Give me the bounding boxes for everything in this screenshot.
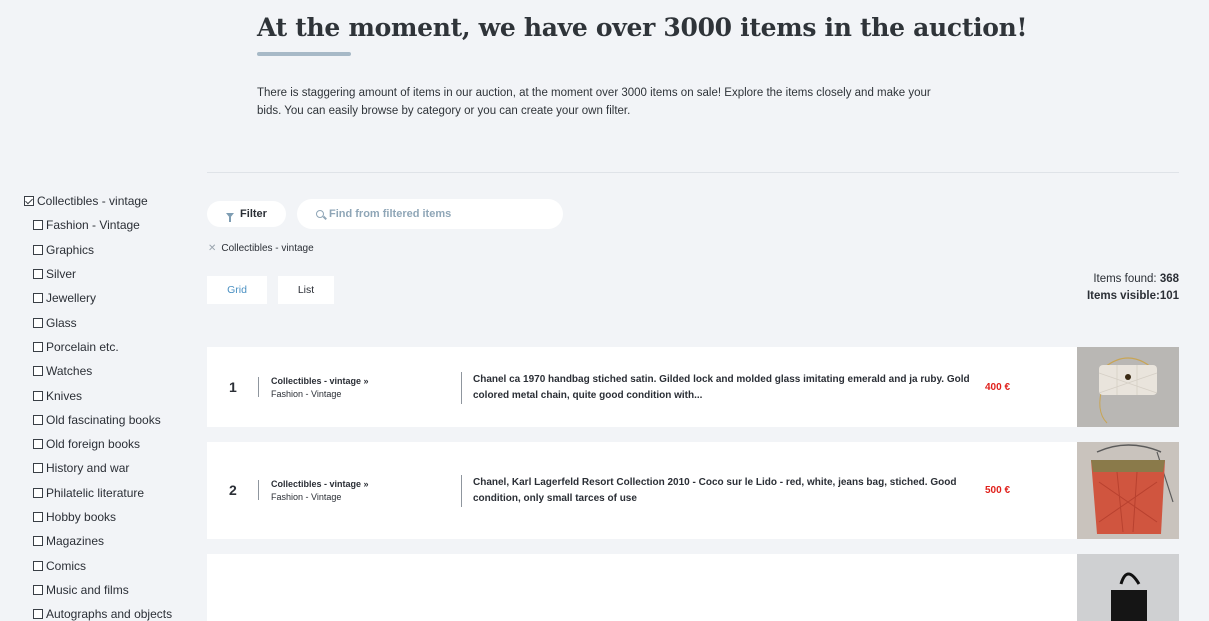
page-title: At the moment, we have over 3000 items i…: [257, 13, 1028, 42]
checkbox-icon[interactable]: [33, 390, 43, 401]
item-number: 2: [229, 482, 237, 498]
items-visible: Items visible:101: [1086, 290, 1179, 302]
search-box[interactable]: [297, 199, 563, 229]
filter-button-label: Filter: [240, 208, 267, 220]
view-grid-button[interactable]: Grid: [207, 276, 267, 304]
sidebar-item-label: Collectibles - vintage: [37, 194, 148, 209]
search-icon: [316, 210, 324, 218]
sidebar-item-label: Autographs and objects: [46, 607, 173, 621]
sidebar-item-label: Fashion - Vintage: [46, 218, 140, 233]
checkbox-checked-icon[interactable]: [24, 196, 34, 207]
category-sidebar: Collectibles - vintage Fashion - Vintage…: [24, 189, 194, 621]
item-category: Collectibles - vintage » Fashion - Vinta…: [271, 376, 369, 399]
handbag-thumbnail[interactable]: [1077, 442, 1179, 539]
divider: [258, 480, 259, 500]
sidebar-item-label: Knives: [46, 388, 83, 403]
item-description[interactable]: Chanel, Karl Lagerfeld Resort Collection…: [473, 475, 973, 507]
checkbox-icon[interactable]: [33, 366, 43, 377]
divider: [258, 377, 259, 397]
sidebar-item-knives[interactable]: Knives: [24, 383, 194, 407]
sidebar-item-jewellery[interactable]: Jewellery: [24, 286, 194, 310]
sidebar-item-graphics[interactable]: Graphics: [24, 238, 194, 262]
item-price: 500 €: [985, 485, 1011, 496]
sidebar-item-label: Old fascinating books: [46, 412, 161, 427]
sidebar-item-watches[interactable]: Watches: [24, 359, 194, 383]
sidebar-item-label: Glass: [46, 315, 77, 330]
checkbox-icon[interactable]: [33, 293, 43, 304]
item-price: 400 €: [985, 382, 1011, 393]
divider: [461, 372, 462, 404]
active-filter-label: Collectibles - vintage: [221, 243, 314, 254]
item-number: 1: [229, 379, 237, 395]
search-input[interactable]: [329, 208, 549, 220]
checkbox-icon[interactable]: [33, 317, 43, 328]
sidebar-item-music-and-films[interactable]: Music and films: [24, 578, 194, 602]
handbag-thumbnail[interactable]: [1077, 347, 1179, 427]
sidebar-item-label: History and war: [46, 461, 130, 476]
item-description[interactable]: Chanel ca 1970 handbag stiched satin. Gi…: [473, 372, 973, 404]
active-filter-tag: ✕ Collectibles - vintage: [208, 243, 314, 254]
title-underline: [257, 52, 351, 56]
divider: [461, 475, 462, 507]
items-found: Items found: 368: [1093, 273, 1179, 285]
sidebar-item-label: Silver: [46, 267, 77, 282]
checkbox-icon[interactable]: [33, 584, 43, 595]
checkbox-icon[interactable]: [33, 487, 43, 498]
sidebar-item-label: Comics: [46, 558, 87, 573]
sidebar-item-fashion[interactable]: Fashion - Vintage: [24, 213, 194, 237]
checkbox-icon[interactable]: [33, 244, 43, 255]
sidebar-item-label: Porcelain etc.: [46, 339, 119, 354]
item-category: Collectibles - vintage » Fashion - Vinta…: [271, 479, 369, 502]
sidebar-item-label: Old foreign books: [46, 437, 141, 452]
sidebar-item-philatelic-literature[interactable]: Philatelic literature: [24, 481, 194, 505]
checkbox-icon[interactable]: [33, 220, 43, 231]
sidebar-item-hobby-books[interactable]: Hobby books: [24, 505, 194, 529]
list-item[interactable]: 1 Collectibles - vintage » Fashion - Vin…: [207, 347, 1179, 427]
checkbox-icon[interactable]: [33, 414, 43, 425]
sidebar-item-history-and-war[interactable]: History and war: [24, 456, 194, 480]
sidebar-item-label: Graphics: [46, 242, 95, 257]
sidebar-item-collectibles[interactable]: Collectibles - vintage: [24, 189, 194, 213]
sidebar-item-glass[interactable]: Glass: [24, 310, 194, 334]
checkbox-icon[interactable]: [33, 269, 43, 280]
funnel-icon: [226, 212, 235, 222]
view-list-button[interactable]: List: [278, 276, 334, 304]
sidebar-item-old-foreign-books[interactable]: Old foreign books: [24, 432, 194, 456]
page-description: There is staggering amount of items in o…: [257, 87, 931, 117]
sidebar-item-label: Music and films: [46, 582, 129, 597]
filter-button[interactable]: Filter: [207, 201, 286, 227]
sidebar-item-silver[interactable]: Silver: [24, 262, 194, 286]
checkbox-icon[interactable]: [33, 609, 43, 620]
list-item[interactable]: 2 Collectibles - vintage » Fashion - Vin…: [207, 442, 1179, 539]
handbag-thumbnail[interactable]: [1077, 554, 1179, 621]
sidebar-item-label: Philatelic literature: [46, 485, 145, 500]
checkbox-icon[interactable]: [33, 341, 43, 352]
sidebar-item-comics[interactable]: Comics: [24, 553, 194, 577]
sidebar-item-label: Hobby books: [46, 510, 117, 524]
checkbox-icon[interactable]: [33, 512, 43, 522]
checkbox-icon[interactable]: [33, 439, 43, 450]
sidebar-item-magazines[interactable]: Magazines: [24, 529, 194, 553]
sidebar-item-label: Jewellery: [46, 291, 97, 306]
list-item[interactable]: [207, 554, 1179, 621]
sidebar-item-porcelain[interactable]: Porcelain etc.: [24, 335, 194, 359]
sidebar-item-old-fascinating-books[interactable]: Old fascinating books: [24, 408, 194, 432]
sidebar-item-autographs[interactable]: Autographs and objects: [24, 602, 194, 621]
items-stats: Items found: 368 Items visible:101: [1087, 271, 1179, 305]
checkbox-icon[interactable]: [33, 536, 43, 547]
checkbox-icon[interactable]: [33, 463, 43, 474]
section-divider: [207, 172, 1179, 173]
checkbox-icon[interactable]: [33, 560, 43, 571]
sidebar-item-label: Watches: [46, 364, 93, 379]
sidebar-item-label: Magazines: [46, 534, 105, 549]
remove-filter-icon[interactable]: ✕: [208, 243, 216, 254]
